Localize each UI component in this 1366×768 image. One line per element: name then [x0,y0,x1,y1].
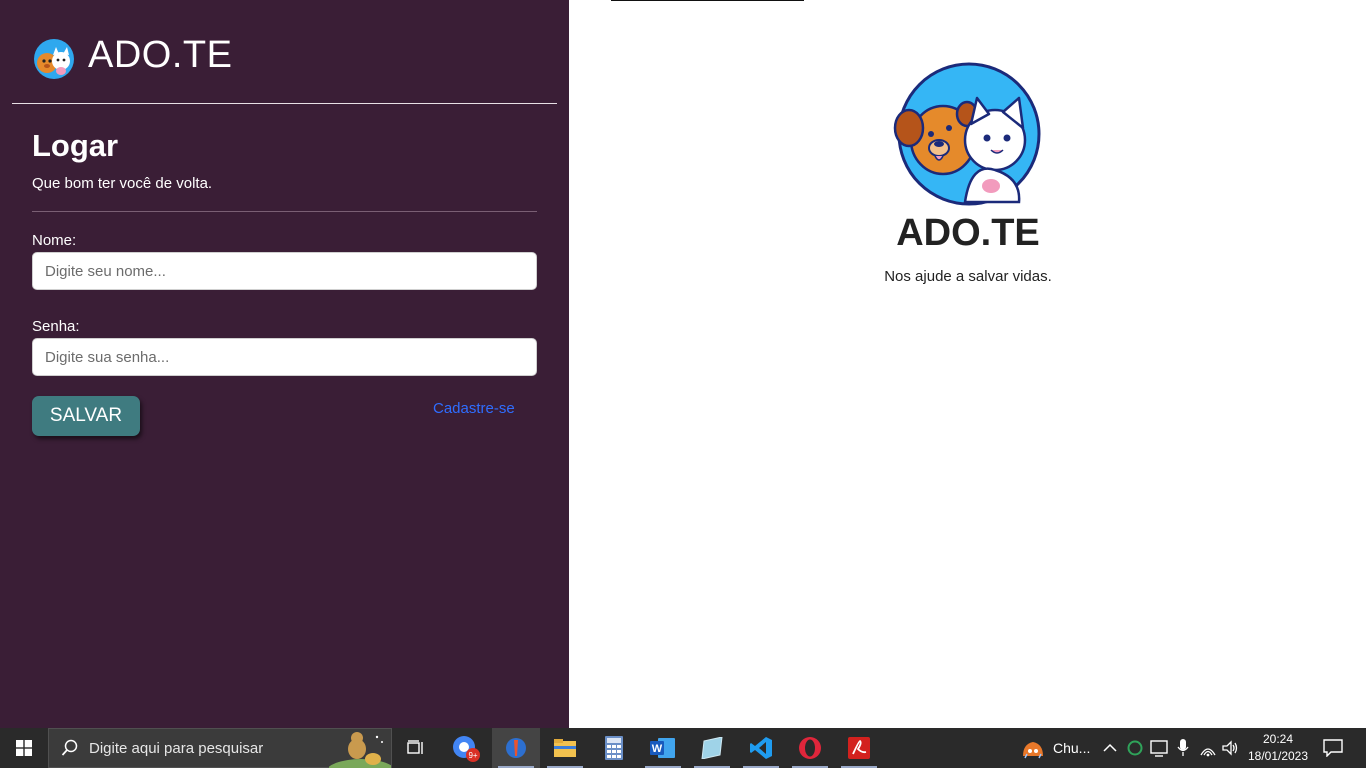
svg-text:W: W [652,743,663,755]
taskbar-search-text: Digite aqui para pesquisar [89,739,264,757]
login-title: Logar [32,128,119,163]
microphone-icon[interactable] [1176,738,1190,758]
taskbar-acrobat[interactable] [835,728,883,768]
notes-app-icon [701,737,723,759]
chrome-badge: 9+ [468,751,477,760]
pets-logo-icon [34,39,74,79]
login-panel: ADO.TE Logar Que bom ter você de volta. … [0,0,569,728]
hero-title: ADO.TE [896,212,1040,254]
taskbar-active-app[interactable] [492,728,540,768]
hero-tagline: Nos ajude a salvar vidas. [884,268,1052,285]
start-button[interactable] [0,728,48,768]
password-input[interactable] [32,338,537,376]
login-divider [32,211,537,212]
password-label: Senha: [32,318,80,335]
clock-date: 18/01/2023 [1247,749,1309,763]
taskbar-opera[interactable] [786,728,834,768]
word-icon: W [650,738,675,758]
taskbar-file-explorer[interactable] [541,728,589,768]
brand: ADO.TE [32,30,232,80]
weather-label[interactable]: Chu... [1053,740,1090,756]
task-view-icon [407,740,423,754]
search-icon [61,739,78,756]
weather-icon[interactable] [1019,736,1047,760]
calculator-icon [605,736,623,760]
taskbar-vscode[interactable] [737,728,785,768]
folder-icon [554,739,576,757]
vscode-icon [750,737,772,759]
pets-logo-icon [893,62,1041,206]
wifi-icon[interactable] [1199,739,1217,757]
taskbar-search[interactable]: Digite aqui para pesquisar [48,728,392,768]
save-button[interactable]: SALVAR [32,396,140,436]
clock-time: 20:24 [1262,732,1294,746]
name-label: Nome: [32,232,77,249]
login-subtitle: Que bom ter você de volta. [32,175,213,192]
taskbar-app[interactable] [688,728,736,768]
windows-logo-icon [16,740,32,756]
opera-icon [799,737,821,759]
taskbar-word[interactable]: W [639,728,687,768]
pdf-reader-icon [848,737,870,759]
notifications-icon[interactable] [1323,739,1343,757]
clock[interactable]: 20:24 18/01/2023 [1244,731,1312,765]
taskbar-calculator[interactable] [590,728,638,768]
brand-title: ADO.TE [88,33,233,76]
chrome-profile-icon: 9+ [453,736,480,762]
chevron-up-icon[interactable] [1103,741,1117,755]
taskbar: Digite aqui para pesquisar 9+ W Chu... 2… [0,728,1366,768]
device-icon[interactable] [1150,739,1168,757]
brand-divider [12,103,557,104]
volume-icon[interactable] [1221,739,1239,757]
app-icon [506,738,526,758]
taskbar-chrome[interactable]: 9+ [442,728,490,768]
name-input[interactable] [32,252,537,290]
top-strip [611,0,804,1]
search-highlight-illustration-icon [329,732,391,768]
sync-status-icon[interactable] [1127,740,1143,756]
task-view-button[interactable] [392,728,440,768]
signup-link[interactable]: Cadastre-se [433,400,515,417]
